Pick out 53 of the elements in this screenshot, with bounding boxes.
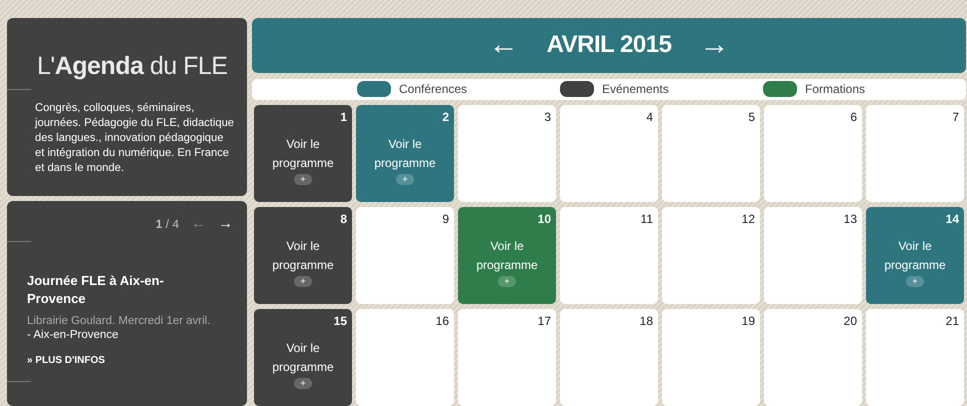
month-title: AVRIL 2015 xyxy=(546,31,672,60)
day-number: 8 xyxy=(340,212,347,226)
more-info-link[interactable]: » PLUS D'INFOS xyxy=(27,355,105,366)
program-link[interactable]: Voir le programme xyxy=(263,135,343,173)
day-number: 18 xyxy=(640,314,653,328)
day-number: 16 xyxy=(436,314,449,328)
site-title: L'Agenda du FLE xyxy=(37,52,228,81)
more-button[interactable]: + xyxy=(498,276,516,287)
day-number: 5 xyxy=(748,110,755,124)
legend-label: Formations xyxy=(805,82,866,96)
event-day-cell[interactable]: 15 Voir le programme + xyxy=(254,309,352,406)
program-link[interactable]: Voir le programme xyxy=(263,237,343,275)
day-number: 7 xyxy=(952,110,959,124)
day-number: 20 xyxy=(844,314,857,328)
day-number: 17 xyxy=(538,314,551,328)
event-title: Journée FLE à Aix-en-Provence xyxy=(27,272,165,308)
day-number: 3 xyxy=(544,110,551,124)
legend-label: Evénements xyxy=(602,82,669,96)
next-month-button[interactable]: → xyxy=(693,27,736,64)
event-place: Librairie Goulard. Mercredi 1er avril. xyxy=(27,315,212,327)
page-counter: 1 / 4 xyxy=(156,216,179,230)
next-button[interactable]: → xyxy=(218,215,233,232)
day-number: 19 xyxy=(742,314,755,328)
day-number: 21 xyxy=(946,314,959,328)
more-button[interactable]: + xyxy=(294,276,312,287)
day-number: 15 xyxy=(334,314,347,328)
day-number: 10 xyxy=(538,212,551,226)
day-number: 9 xyxy=(442,212,449,226)
day-number: 4 xyxy=(646,110,653,124)
event-day-cell[interactable]: 2 Voir le programme + xyxy=(356,105,454,202)
event-day-cell[interactable]: 1 Voir le programme + xyxy=(254,105,352,202)
day-number: 2 xyxy=(442,110,449,124)
day-number: 13 xyxy=(844,212,857,226)
more-button[interactable]: + xyxy=(906,276,924,287)
site-description: Congrès, colloques, séminaires, journées. Pédagogie du FLE, didactique des langues., innovation pédagogique et intégration du numérique. En France et dans le monde. xyxy=(35,101,235,176)
previous-month-button[interactable]: ← xyxy=(482,27,525,64)
program-link[interactable]: Voir le programme xyxy=(263,339,343,377)
program-link[interactable]: Voir le programme xyxy=(875,237,955,275)
legend-label: Conférences xyxy=(399,82,468,96)
event-day-cell[interactable]: 8 Voir le programme + xyxy=(254,207,352,304)
more-button[interactable]: + xyxy=(294,378,312,389)
day-number: 14 xyxy=(946,212,959,226)
program-link[interactable]: Voir le programme xyxy=(365,135,445,173)
more-button[interactable]: + xyxy=(294,174,312,185)
more-button[interactable]: + xyxy=(396,174,414,185)
event-day-cell[interactable]: 10 Voir le programme + xyxy=(458,207,556,304)
event-day-cell[interactable]: 14 Voir le programme + xyxy=(866,207,964,304)
program-link[interactable]: Voir le programme xyxy=(467,237,547,275)
day-number: 12 xyxy=(742,212,755,226)
day-number: 6 xyxy=(850,110,857,124)
day-number: 11 xyxy=(640,212,653,226)
day-number: 1 xyxy=(340,110,347,124)
event-city: - Aix-en-Provence xyxy=(27,329,120,341)
